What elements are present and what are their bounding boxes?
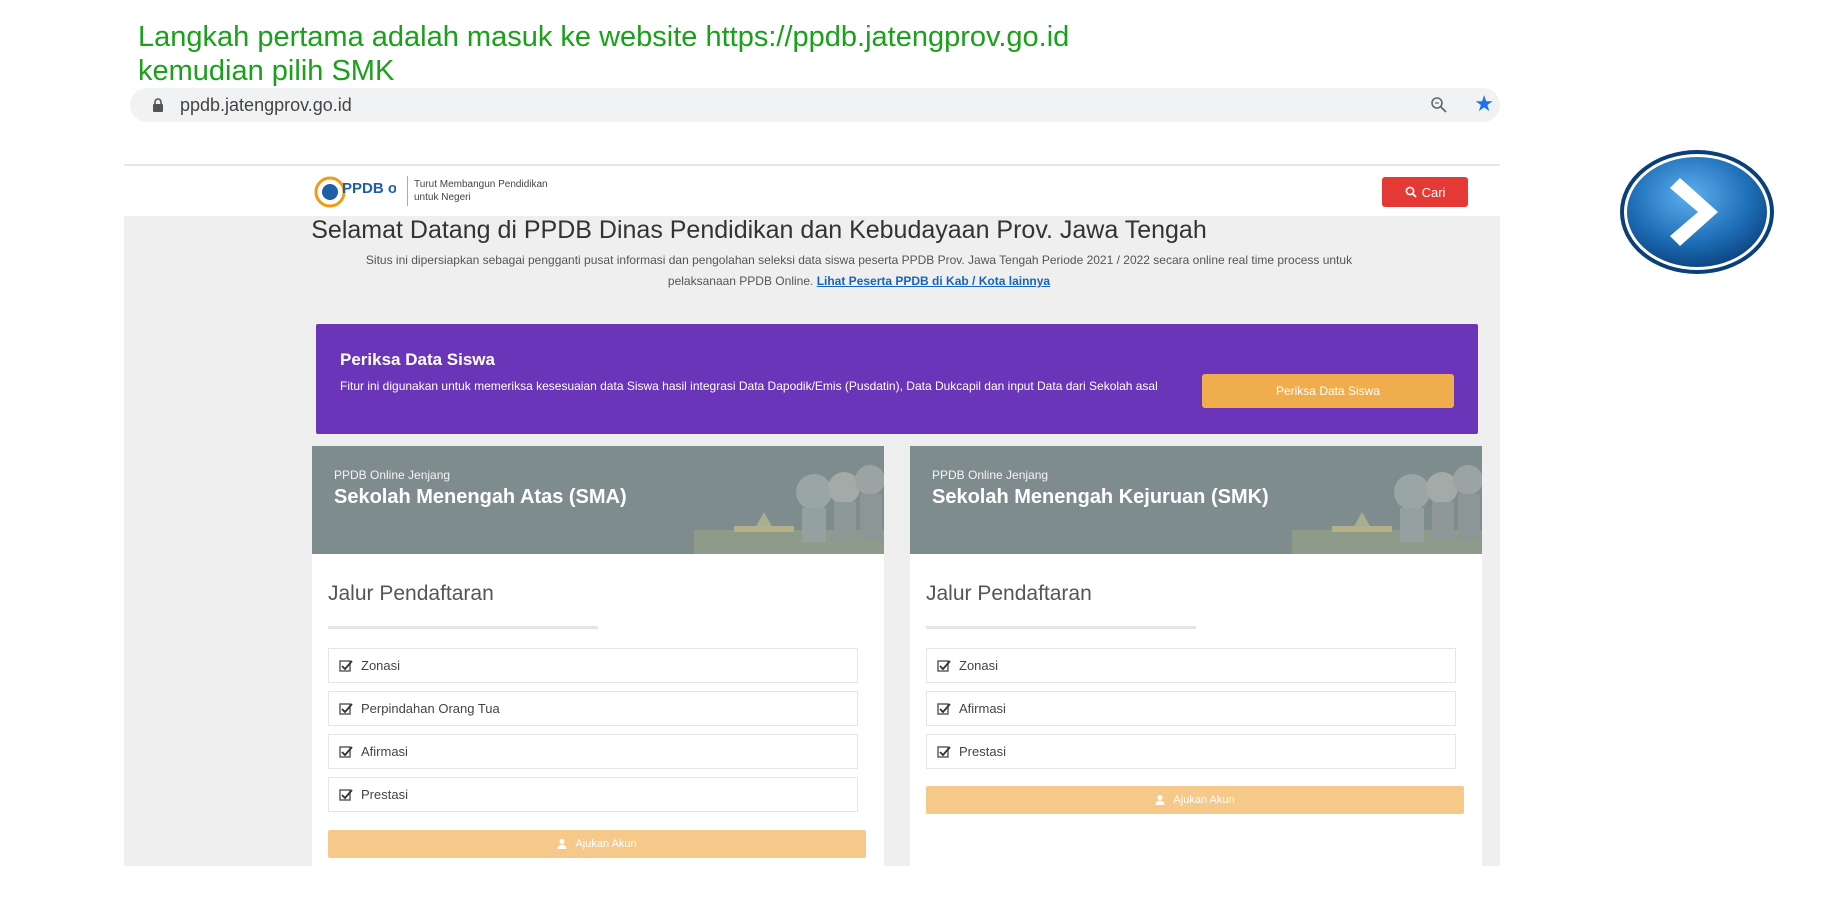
section-divider xyxy=(328,626,598,629)
list-item-label: Perpindahan Orang Tua xyxy=(361,701,500,716)
banner-title: Periksa Data Siswa xyxy=(340,350,495,369)
website-screenshot: PPDB online Turut Membangun Pendidikan u… xyxy=(124,164,1500,866)
browser-address-bar[interactable]: ppdb.jatengprov.go.id ★ xyxy=(130,88,1500,122)
students-illustration xyxy=(694,465,884,554)
list-item-perpindahan-orang-tua[interactable]: Perpindahan Orang Tua xyxy=(328,691,858,726)
list-item-label: Zonasi xyxy=(959,658,999,673)
ppdb-logo[interactable]: PPDB online xyxy=(314,173,396,211)
sma-apply-account-button[interactable]: Ajukan Akun xyxy=(328,830,866,858)
search-icon xyxy=(1405,186,1417,198)
registration-path-title: Jalur Pendaftaran xyxy=(926,582,1092,605)
card-subtitle: PPDB Online Jenjang xyxy=(932,468,1049,482)
card-title[interactable]: Sekolah Menengah Atas (SMA) xyxy=(334,486,627,509)
user-add-icon xyxy=(557,839,567,849)
check-icon xyxy=(937,659,951,672)
list-item-zonasi[interactable]: Zonasi xyxy=(926,648,1456,683)
list-item-label: Afirmasi xyxy=(361,744,408,759)
banner-description: Fitur ini digunakan untuk memeriksa kese… xyxy=(340,379,1158,393)
user-add-icon xyxy=(1155,795,1165,805)
lock-icon xyxy=(153,98,163,112)
students-illustration xyxy=(1292,465,1482,554)
site-tagline: Turut Membangun Pendidikan untuk Negeri xyxy=(414,179,548,203)
instruction-line-1: Langkah pertama adalah masuk ke website … xyxy=(138,21,1070,53)
zoom-icon[interactable] xyxy=(1430,96,1448,114)
instruction-line-2: kemudian pilih SMK xyxy=(138,55,395,87)
url-text[interactable]: ppdb.jatengprov.go.id xyxy=(180,95,352,116)
card-smk: PPDB Online Jenjang Sekolah Menengah Kej… xyxy=(910,446,1482,866)
other-regions-link[interactable]: Lihat Peserta PPDB di Kab / Kota lainnya xyxy=(817,274,1050,288)
smk-apply-account-button[interactable]: Ajukan Akun xyxy=(926,786,1464,814)
card-smk-header[interactable]: PPDB Online Jenjang Sekolah Menengah Kej… xyxy=(910,446,1482,554)
welcome-heading: Selamat Datang di PPDB Dinas Pendidikan … xyxy=(311,216,1207,244)
check-student-data-button[interactable]: Periksa Data Siswa xyxy=(1202,374,1454,408)
list-item-zonasi[interactable]: Zonasi xyxy=(328,648,858,683)
check-icon xyxy=(937,745,951,758)
list-item-label: Prestasi xyxy=(959,744,1006,759)
list-item-prestasi[interactable]: Prestasi xyxy=(926,734,1456,769)
list-item-prestasi[interactable]: Prestasi xyxy=(328,777,858,812)
logo-text: PPDB online xyxy=(342,180,396,197)
logo-divider xyxy=(407,176,408,206)
search-button[interactable]: Cari xyxy=(1382,177,1468,207)
list-item-afirmasi[interactable]: Afirmasi xyxy=(328,734,858,769)
card-sma: PPDB Online Jenjang Sekolah Menengah Ata… xyxy=(312,446,884,866)
button-label: Ajukan Akun xyxy=(1173,794,1235,806)
next-button[interactable] xyxy=(1618,148,1776,276)
registration-path-title: Jalur Pendaftaran xyxy=(328,582,494,605)
card-title[interactable]: Sekolah Menengah Kejuruan (SMK) xyxy=(932,486,1269,509)
list-item-label: Zonasi xyxy=(361,658,401,673)
list-item-label: Afirmasi xyxy=(959,701,1006,716)
check-icon xyxy=(937,702,951,715)
card-sma-header[interactable]: PPDB Online Jenjang Sekolah Menengah Ata… xyxy=(312,446,884,554)
check-student-data-banner: Periksa Data Siswa Fitur ini digunakan u… xyxy=(316,324,1478,434)
check-icon xyxy=(339,659,353,672)
card-subtitle: PPDB Online Jenjang xyxy=(334,468,451,482)
list-item-label: Prestasi xyxy=(361,787,408,802)
check-icon xyxy=(339,745,353,758)
check-icon xyxy=(339,702,353,715)
button-label: Ajukan Akun xyxy=(575,838,637,850)
search-button-label: Cari xyxy=(1421,184,1446,200)
list-item-afirmasi[interactable]: Afirmasi xyxy=(926,691,1456,726)
instruction-text: Langkah pertama adalah masuk ke website … xyxy=(138,20,1069,88)
section-divider xyxy=(926,626,1196,629)
check-icon xyxy=(339,788,353,801)
site-navbar: PPDB online Turut Membangun Pendidikan u… xyxy=(124,164,1500,216)
star-icon[interactable]: ★ xyxy=(1474,92,1494,116)
site-description: Situs ini dipersiapkan sebagai pengganti… xyxy=(334,250,1384,292)
